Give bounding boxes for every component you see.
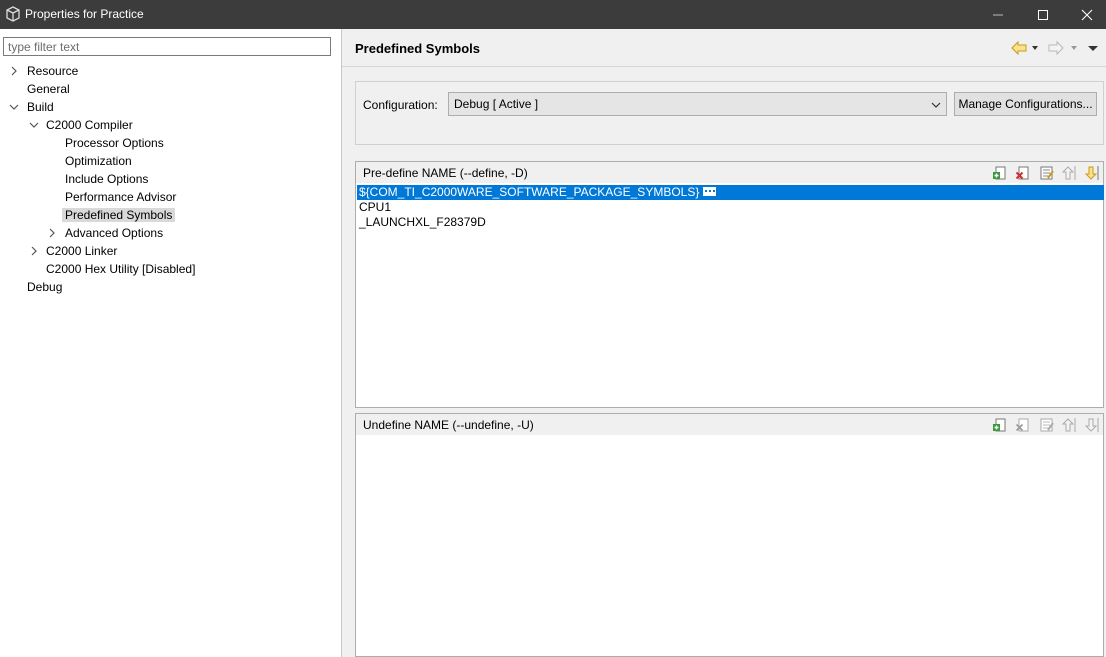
back-dropdown-icon[interactable] [1030, 39, 1040, 57]
tree-item-include-options[interactable]: Include Options [62, 170, 151, 188]
manage-configurations-button[interactable]: Manage Configurations... [954, 92, 1097, 116]
filter-input[interactable] [3, 37, 331, 56]
move-down-icon[interactable] [1083, 165, 1099, 181]
list-item[interactable]: ${COM_TI_C2000WARE_SOFTWARE_PACKAGE_SYMB… [357, 185, 1104, 200]
tree-item-advanced-options[interactable]: Advanced Options [62, 224, 166, 242]
page-header: Predefined Symbols [342, 29, 1106, 67]
edit-icon [1040, 418, 1054, 432]
undefine-panel: Undefine NAME (--undefine, -U) [355, 413, 1104, 657]
tree-item-optimization[interactable]: Optimization [62, 152, 135, 170]
ellipsis-icon[interactable] [703, 187, 717, 197]
chevron-down-icon[interactable] [9, 102, 19, 112]
list-item[interactable]: _LAUNCHXL_F28379D [357, 215, 1104, 230]
view-menu-icon[interactable] [1087, 39, 1099, 57]
move-down-icon [1084, 418, 1099, 432]
edit-icon[interactable] [1039, 165, 1055, 181]
undefine-title: Undefine NAME (--undefine, -U) [363, 418, 534, 432]
predefine-header: Pre-define NAME (--define, -D) [356, 162, 1103, 183]
chevron-down-icon [931, 102, 941, 108]
chevron-down-icon[interactable] [29, 120, 39, 130]
back-arrow-icon[interactable] [1010, 39, 1028, 57]
undefine-header: Undefine NAME (--undefine, -U) [356, 414, 1103, 435]
tree-item-general[interactable]: General [24, 80, 73, 98]
predefine-item-label: CPU1 [359, 200, 392, 214]
minimize-icon [993, 14, 1003, 15]
properties-page: Predefined Symbols Configuration: Debug … [342, 29, 1106, 657]
predefine-panel: Pre-define NAME (--define, -D) ${COM_TI_… [355, 161, 1104, 408]
minimize-button[interactable] [975, 0, 1021, 29]
close-icon [1081, 9, 1093, 20]
forward-arrow-icon[interactable] [1047, 39, 1065, 57]
configuration-label: Configuration: [363, 98, 438, 112]
tree-item-debug[interactable]: Debug [24, 278, 65, 296]
configuration-value: Debug [ Active ] [454, 97, 539, 111]
close-button[interactable] [1064, 0, 1106, 29]
chevron-right-icon[interactable] [9, 66, 19, 76]
predefine-item-label: ${COM_TI_C2000WARE_SOFTWARE_PACKAGE_SYMB… [359, 185, 700, 199]
tree-item-resource[interactable]: Resource [24, 62, 81, 80]
tree-item-c2000-linker[interactable]: C2000 Linker [43, 242, 120, 260]
delete-icon[interactable] [1015, 165, 1031, 181]
configuration-select[interactable]: Debug [ Active ] [448, 92, 947, 116]
move-up-icon [1061, 418, 1076, 432]
chevron-right-icon[interactable] [29, 246, 39, 256]
chevron-right-icon[interactable] [47, 228, 57, 238]
maximize-icon [1038, 9, 1048, 20]
forward-dropdown-icon[interactable] [1069, 39, 1079, 57]
predefine-title: Pre-define NAME (--define, -D) [363, 166, 528, 180]
window-titlebar: Properties for Practice [0, 0, 1106, 29]
configuration-group: Configuration: Debug [ Active ] Manage C… [355, 81, 1104, 145]
delete-icon [1015, 418, 1029, 432]
tree-item-c2000-hex-utility[interactable]: C2000 Hex Utility [Disabled] [43, 260, 198, 278]
tree-item-performance-advisor[interactable]: Performance Advisor [62, 188, 179, 206]
add-icon[interactable] [992, 165, 1008, 181]
list-item[interactable]: CPU1 [357, 200, 1104, 215]
window-title: Properties for Practice [25, 7, 144, 21]
tree-item-c2000-compiler[interactable]: C2000 Compiler [43, 116, 136, 134]
tree-item-build[interactable]: Build [24, 98, 57, 116]
move-up-icon[interactable] [1060, 165, 1076, 181]
page-title: Predefined Symbols [355, 41, 480, 56]
maximize-button[interactable] [1020, 0, 1066, 29]
tree-item-processor-options[interactable]: Processor Options [62, 134, 167, 152]
app-cube-icon [6, 6, 20, 22]
add-icon[interactable] [992, 417, 1008, 433]
properties-nav-panel: Resource General Build C2000 Compiler Pr… [0, 29, 341, 657]
predefine-item-label: _LAUNCHXL_F28379D [359, 215, 486, 229]
tree-item-predefined-symbols[interactable]: Predefined Symbols [62, 206, 176, 224]
